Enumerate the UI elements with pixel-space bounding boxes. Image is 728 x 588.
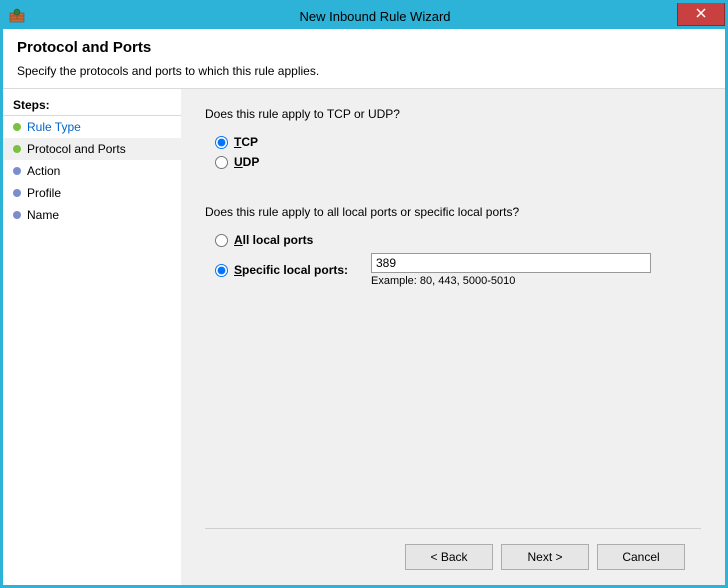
title-bar: New Inbound Rule Wizard xyxy=(3,3,725,29)
next-button[interactable]: Next > xyxy=(501,544,589,570)
page-header: Protocol and Ports Specify the protocols… xyxy=(3,29,725,88)
step-bullet-icon xyxy=(13,145,21,153)
specific-ports-grid: Specific local ports: Example: 80, 443, … xyxy=(215,253,701,287)
back-button[interactable]: < Back xyxy=(405,544,493,570)
steps-sidebar: Steps: Rule Type Protocol and Ports Acti… xyxy=(3,89,181,585)
wizard-footer: < Back Next > Cancel xyxy=(205,528,701,585)
window-inner: New Inbound Rule Wizard Protocol and Por… xyxy=(3,3,725,585)
cancel-button[interactable]: Cancel xyxy=(597,544,685,570)
step-label: Protocol and Ports xyxy=(27,142,126,156)
step-profile[interactable]: Profile xyxy=(3,182,181,204)
step-protocol-and-ports[interactable]: Protocol and Ports xyxy=(3,138,181,160)
radio-specific-ports[interactable] xyxy=(215,264,228,277)
step-bullet-icon xyxy=(13,167,21,175)
steps-heading: Steps: xyxy=(3,95,181,116)
radio-udp-label[interactable]: UDP xyxy=(234,155,259,169)
step-name[interactable]: Name xyxy=(3,204,181,226)
protocol-question: Does this rule apply to TCP or UDP? xyxy=(205,107,701,121)
step-rule-type[interactable]: Rule Type xyxy=(3,116,181,138)
radio-tcp-label[interactable]: TCP xyxy=(234,135,258,149)
radio-tcp-row: TCP xyxy=(215,135,701,149)
radio-all-ports[interactable] xyxy=(215,234,228,247)
step-action[interactable]: Action xyxy=(3,160,181,182)
close-icon xyxy=(696,7,706,21)
content-area: Does this rule apply to TCP or UDP? TCP … xyxy=(205,107,701,528)
radio-all-ports-row: All local ports xyxy=(215,233,701,247)
step-label: Rule Type xyxy=(27,120,81,134)
specific-ports-input[interactable] xyxy=(371,253,651,273)
ports-example-text: Example: 80, 443, 5000-5010 xyxy=(371,275,701,287)
step-label: Profile xyxy=(27,186,61,200)
port-input-cell: Example: 80, 443, 5000-5010 xyxy=(371,253,701,287)
step-bullet-icon xyxy=(13,211,21,219)
window-title: New Inbound Rule Wizard xyxy=(25,9,725,24)
step-label: Name xyxy=(27,208,59,222)
ports-question: Does this rule apply to all local ports … xyxy=(205,205,701,219)
radio-tcp[interactable] xyxy=(215,136,228,149)
body: Steps: Rule Type Protocol and Ports Acti… xyxy=(3,88,725,585)
main-panel: Does this rule apply to TCP or UDP? TCP … xyxy=(181,89,725,585)
radio-udp-row: UDP xyxy=(215,155,701,169)
page-title: Protocol and Ports xyxy=(17,39,711,56)
radio-specific-ports-label[interactable]: Specific local ports: xyxy=(234,263,348,277)
window-frame: New Inbound Rule Wizard Protocol and Por… xyxy=(0,0,728,588)
firewall-icon xyxy=(9,8,25,24)
step-bullet-icon xyxy=(13,189,21,197)
page-subtitle: Specify the protocols and ports to which… xyxy=(17,64,711,78)
radio-all-ports-label[interactable]: All local ports xyxy=(234,233,313,247)
radio-specific-ports-row: Specific local ports: xyxy=(215,263,365,277)
step-label: Action xyxy=(27,164,60,178)
close-button[interactable] xyxy=(677,3,725,26)
radio-udp[interactable] xyxy=(215,156,228,169)
step-bullet-icon xyxy=(13,123,21,131)
